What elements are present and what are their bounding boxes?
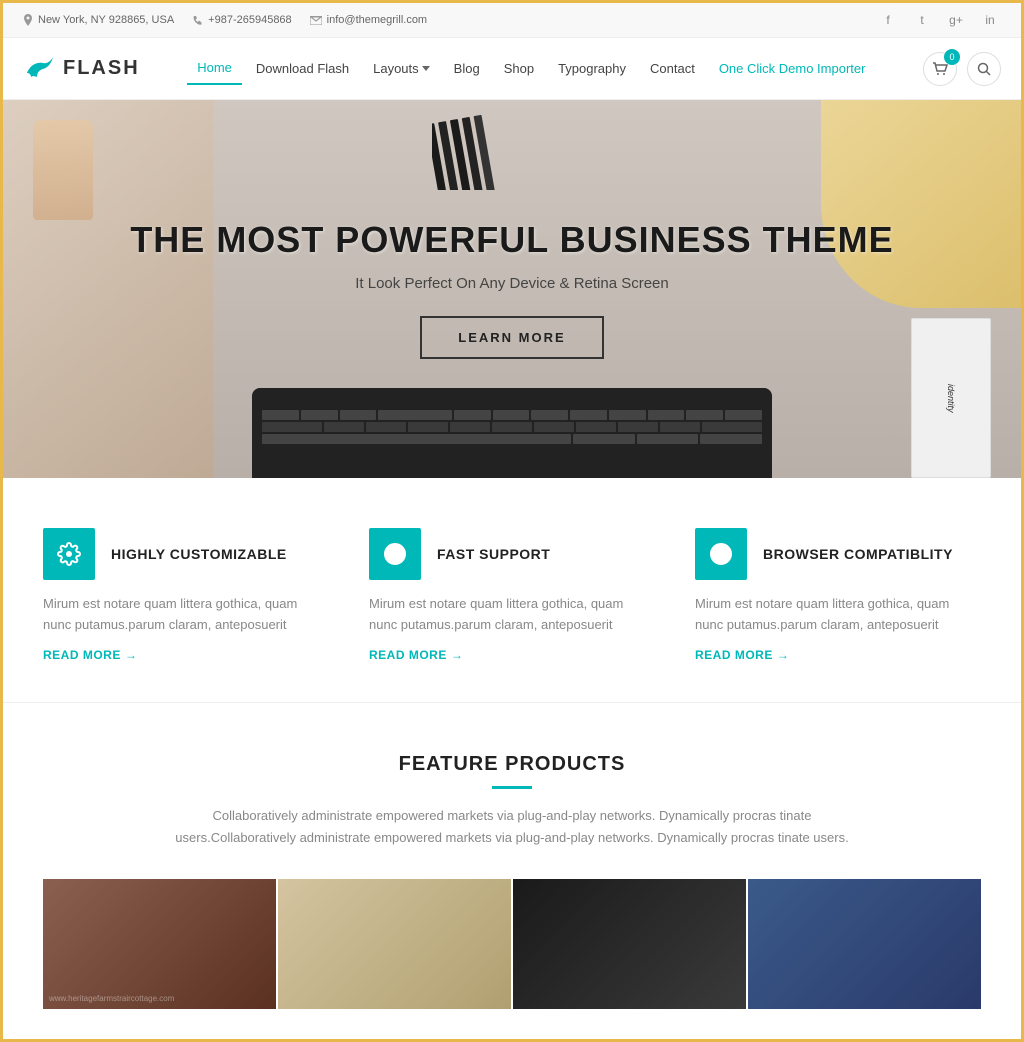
cart-icon: [932, 62, 948, 76]
header-actions: 0: [923, 52, 1001, 86]
feature-support-icon: [369, 528, 421, 580]
chevron-down-icon: [422, 66, 430, 71]
phone-icon: [192, 15, 203, 26]
browser-icon: [709, 542, 733, 566]
watermark-1: www.heritagefarmstraircottage.com: [49, 994, 174, 1003]
headset-icon: [383, 542, 407, 566]
product-card-2[interactable]: [278, 879, 511, 1009]
top-bar-contact: New York, NY 928865, USA +987-265945868 …: [23, 14, 427, 26]
feature-browser-desc: Mirum est notare quam littera gothica, q…: [695, 594, 981, 636]
product-card-1[interactable]: www.heritagefarmstraircottage.com: [43, 879, 276, 1009]
feature-customizable-icon: [43, 528, 95, 580]
feature-browser-readmore[interactable]: READ MORE: [695, 648, 981, 662]
product-grid: www.heritagefarmstraircottage.com: [43, 879, 981, 1009]
header: FLASH Home Download Flash Layouts Blog S…: [3, 38, 1021, 100]
googleplus-link[interactable]: g+: [945, 9, 967, 31]
features-section: HIGHLY CUSTOMIZABLE Mirum est notare qua…: [3, 478, 1021, 703]
product-card-3[interactable]: [513, 879, 746, 1009]
nav-shop[interactable]: Shop: [494, 53, 544, 84]
logo[interactable]: FLASH: [23, 53, 140, 85]
feature-customizable-title: HIGHLY CUSTOMIZABLE: [111, 546, 287, 562]
feature-support: FAST SUPPORT Mirum est notare quam litte…: [369, 528, 655, 662]
feature-customizable-readmore[interactable]: READ MORE: [43, 648, 329, 662]
hero-keyboard-decor: // Generate keyboard keys inline: [252, 388, 772, 478]
main-nav: Home Download Flash Layouts Blog Shop Ty…: [187, 52, 875, 85]
twitter-link[interactable]: t: [911, 9, 933, 31]
feature-support-readmore[interactable]: READ MORE: [369, 648, 655, 662]
cart-badge: 0: [944, 49, 960, 65]
hero-subtitle: It Look Perfect On Any Device & Retina S…: [130, 275, 893, 292]
products-section: FEATURE PRODUCTS Collaboratively adminis…: [3, 703, 1021, 1039]
hero-content: THE MOST POWERFUL BUSINESS THEME It Look…: [90, 219, 933, 359]
email-icon: [310, 16, 322, 25]
facebook-link[interactable]: f: [877, 9, 899, 31]
search-icon: [977, 62, 991, 76]
product-card-4[interactable]: [748, 879, 981, 1009]
products-section-desc: Collaboratively administrate empowered m…: [162, 805, 862, 849]
hero-title: THE MOST POWERFUL BUSINESS THEME: [130, 219, 893, 261]
nav-typography[interactable]: Typography: [548, 53, 636, 84]
feature-support-title: FAST SUPPORT: [437, 546, 550, 562]
feature-support-header: FAST SUPPORT: [369, 528, 655, 580]
location-info: New York, NY 928865, USA: [23, 14, 174, 26]
feature-support-desc: Mirum est notare quam littera gothica, q…: [369, 594, 655, 636]
gear-icon: [57, 542, 81, 566]
feature-customizable-desc: Mirum est notare quam littera gothica, q…: [43, 594, 329, 636]
nav-contact[interactable]: Contact: [640, 53, 705, 84]
social-links: f t g+ in: [877, 9, 1001, 31]
nav-download[interactable]: Download Flash: [246, 53, 359, 84]
search-button[interactable]: [967, 52, 1001, 86]
feature-browser: BROWSER COMPATIBLITY Mirum est notare qu…: [695, 528, 981, 662]
top-bar: New York, NY 928865, USA +987-265945868 …: [3, 3, 1021, 38]
nav-demo-importer[interactable]: One Click Demo Importer: [709, 53, 876, 84]
nav-home[interactable]: Home: [187, 52, 242, 85]
logo-bird-icon: [23, 53, 55, 85]
linkedin-link[interactable]: in: [979, 9, 1001, 31]
hero-pencils-decor: [432, 110, 592, 190]
feature-browser-icon: [695, 528, 747, 580]
feature-customizable-header: HIGHLY CUSTOMIZABLE: [43, 528, 329, 580]
products-section-title: FEATURE PRODUCTS: [43, 753, 981, 776]
logo-text: FLASH: [63, 57, 140, 80]
nav-blog[interactable]: Blog: [444, 53, 490, 84]
feature-customizable: HIGHLY CUSTOMIZABLE Mirum est notare qua…: [43, 528, 329, 662]
section-divider: [492, 786, 532, 789]
phone-info: +987-265945868: [192, 14, 292, 26]
location-icon: [23, 14, 33, 26]
feature-browser-title: BROWSER COMPATIBLITY: [763, 546, 953, 562]
hero-learn-more-button[interactable]: LEARN MORE: [420, 316, 603, 359]
hero-section: // Generate keyboard keys inline: [3, 100, 1021, 478]
feature-browser-header: BROWSER COMPATIBLITY: [695, 528, 981, 580]
cart-button[interactable]: 0: [923, 52, 957, 86]
nav-layouts[interactable]: Layouts: [363, 53, 440, 84]
email-info: info@themegrill.com: [310, 14, 427, 26]
